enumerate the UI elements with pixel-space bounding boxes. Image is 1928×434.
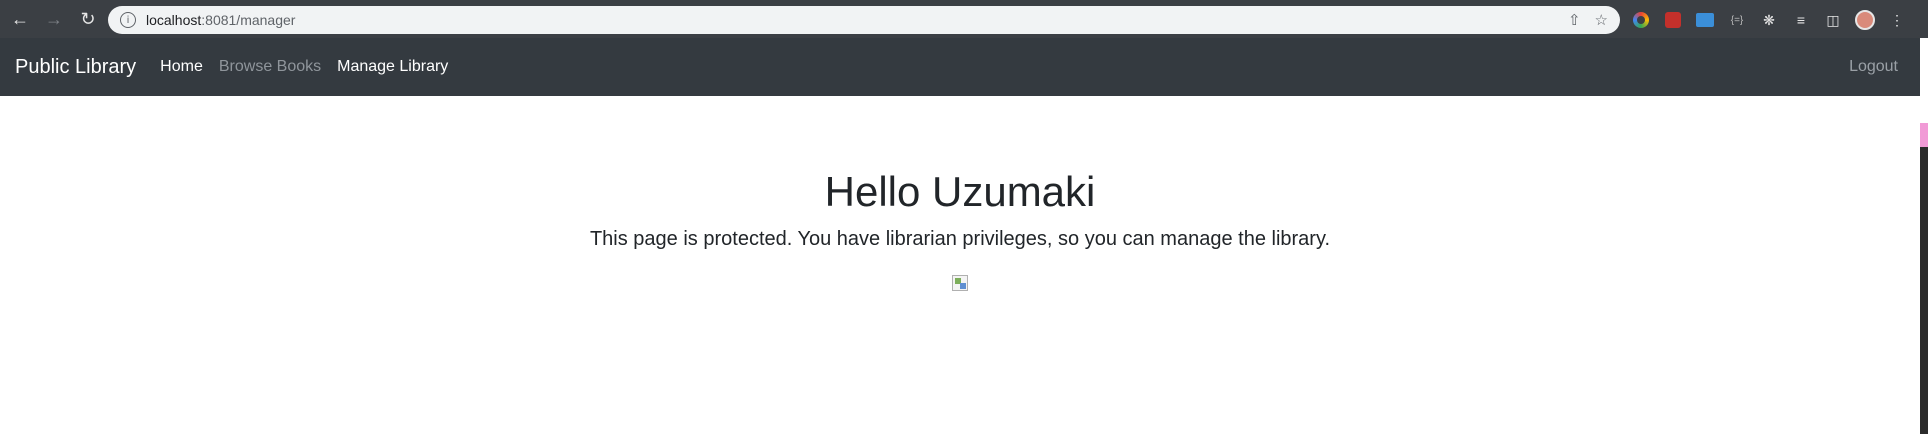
reading-list-icon[interactable]: ≡ — [1790, 9, 1812, 31]
app-navbar: Public Library Home Browse Books Manage … — [0, 38, 1920, 96]
main-content: Hello Uzumaki This page is protected. Yo… — [0, 96, 1920, 434]
color-extension-icon[interactable] — [1630, 9, 1652, 31]
side-panel-icon[interactable]: ◫ — [1822, 9, 1844, 31]
url-host: localhost — [146, 12, 202, 28]
page-message: This page is protected. You have librari… — [589, 228, 1331, 250]
address-bar[interactable]: i localhost:8081/manager ⇧ ☆ — [108, 6, 1620, 34]
nav-browse-books-link[interactable]: Browse Books — [219, 58, 321, 76]
image-extension-icon[interactable] — [1694, 9, 1716, 31]
reload-icon[interactable]: ↻ — [74, 5, 102, 33]
menu-icon[interactable]: ⋮ — [1886, 9, 1908, 31]
page-edge-strip — [1920, 38, 1928, 434]
broken-image-icon — [952, 275, 968, 291]
logout-link[interactable]: Logout — [1849, 58, 1898, 76]
nav-links: Home Browse Books Manage Library — [160, 58, 448, 76]
url-path: :8081/manager — [201, 12, 296, 28]
back-icon[interactable]: ← — [6, 5, 34, 33]
extensions-icon[interactable]: ❋ — [1758, 9, 1780, 31]
page-title: Hello Uzumaki — [824, 168, 1096, 215]
share-icon[interactable]: ⇧ — [1568, 11, 1581, 29]
star-icon[interactable]: ☆ — [1595, 11, 1608, 29]
json-extension-icon[interactable]: {=} — [1726, 9, 1748, 31]
pdf-extension-icon[interactable] — [1662, 9, 1684, 31]
profile-avatar[interactable] — [1854, 9, 1876, 31]
info-icon[interactable]: i — [120, 12, 136, 28]
nav-home-link[interactable]: Home — [160, 58, 203, 76]
brand-link[interactable]: Public Library — [15, 56, 136, 79]
url-text[interactable]: localhost:8081/manager — [146, 12, 295, 28]
forward-icon[interactable]: → — [40, 5, 68, 33]
browser-toolbar: ← → ↻ i localhost:8081/manager ⇧ ☆ {=} ❋… — [0, 0, 1928, 38]
nav-manage-library-link[interactable]: Manage Library — [337, 58, 448, 76]
